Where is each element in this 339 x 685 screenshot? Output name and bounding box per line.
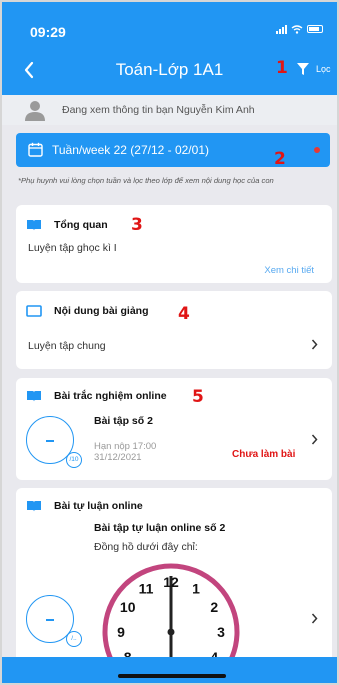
lecture-title: Nội dung bài giảng [54, 305, 149, 317]
chevron-right-icon[interactable] [311, 434, 318, 445]
view-details-link[interactable]: Xem chi tiết [264, 265, 314, 276]
annotation-number-2: 2 [274, 149, 286, 169]
online-essay-card[interactable]: Bài tự luận online Bài tập tự luận onlin… [16, 488, 332, 660]
essay-assignment-title: Bài tập tự luận online số 2 [94, 522, 226, 534]
quiz-due-date: 31/12/2021 [94, 452, 142, 463]
clock-number-11: 11 [139, 581, 154, 597]
clock-number-1: 1 [192, 581, 200, 597]
week-label: Tuần/week 22 (27/12 - 02/01) [52, 143, 209, 157]
calendar-icon [28, 142, 43, 157]
score-total-badge: /10 [66, 452, 82, 468]
online-quiz-card[interactable]: Bài trắc nghiệm online 5 /10 Bài tập số … [16, 378, 332, 480]
quiz-due-time: Hạn nộp 17:00 [94, 441, 157, 452]
clock-number-2: 2 [210, 599, 218, 615]
overview-card[interactable]: Tổng quan 3 Luyện tập ghọc kì I Xem chi … [16, 205, 332, 283]
lecture-card[interactable]: Nội dung bài giảng 4 Luyện tập chung [16, 291, 332, 369]
essay-score-total-badge: /.. [66, 631, 82, 647]
filter-label[interactable]: Lọc [316, 64, 331, 74]
lecture-screen-icon [26, 305, 42, 317]
wifi-icon [291, 24, 303, 34]
annotation-number-5: 5 [192, 387, 204, 407]
app-header: 09:29 Toán-Lớp 1A1 1 Lọc [2, 2, 337, 95]
essay-description: Đồng hồ dưới đây chỉ: [94, 541, 198, 553]
overview-title: Tổng quan [54, 219, 108, 231]
annotation-number-4: 4 [178, 304, 190, 324]
viewing-student-text: Đang xem thông tin bạn Nguyễn Kim Anh [62, 104, 255, 116]
overview-content: Luyện tập ghọc kì I [28, 242, 117, 254]
quiz-assignment-title: Bài tập số 2 [94, 415, 153, 427]
clock-image: 121234567891011 [102, 563, 240, 660]
annotation-number-1: 1 [276, 58, 288, 78]
avatar-icon [25, 101, 45, 121]
signal-icon [276, 24, 287, 34]
clock-number-9: 9 [117, 624, 125, 640]
online-quiz-title: Bài trắc nghiệm online [54, 390, 167, 402]
book-icon [27, 391, 41, 402]
book-icon [27, 501, 41, 512]
score-empty-dash [46, 440, 54, 442]
parent-note: *Phụ huynh vui lòng chọn tuần và lọc the… [18, 176, 274, 185]
online-essay-title: Bài tự luận online [54, 500, 143, 512]
annotation-number-3: 3 [131, 215, 143, 235]
clock-number-10: 10 [120, 599, 136, 615]
book-icon [27, 220, 41, 231]
home-indicator[interactable] [118, 674, 226, 678]
bottom-bar [2, 657, 337, 683]
status-icons [276, 24, 323, 34]
week-indicator-dot [314, 147, 320, 153]
lecture-content: Luyện tập chung [28, 340, 106, 352]
clock-number-3: 3 [217, 624, 225, 640]
quiz-status: Chưa làm bài [232, 449, 296, 460]
filter-icon[interactable] [296, 62, 310, 76]
battery-icon [307, 25, 323, 33]
viewing-student-bar: Đang xem thông tin bạn Nguyễn Kim Anh [2, 95, 337, 125]
chevron-right-icon[interactable] [311, 613, 318, 624]
status-time: 09:29 [30, 24, 66, 40]
chevron-right-icon[interactable] [311, 339, 318, 350]
essay-score-empty-dash [46, 619, 54, 621]
clock-number-12: 12 [163, 574, 179, 590]
